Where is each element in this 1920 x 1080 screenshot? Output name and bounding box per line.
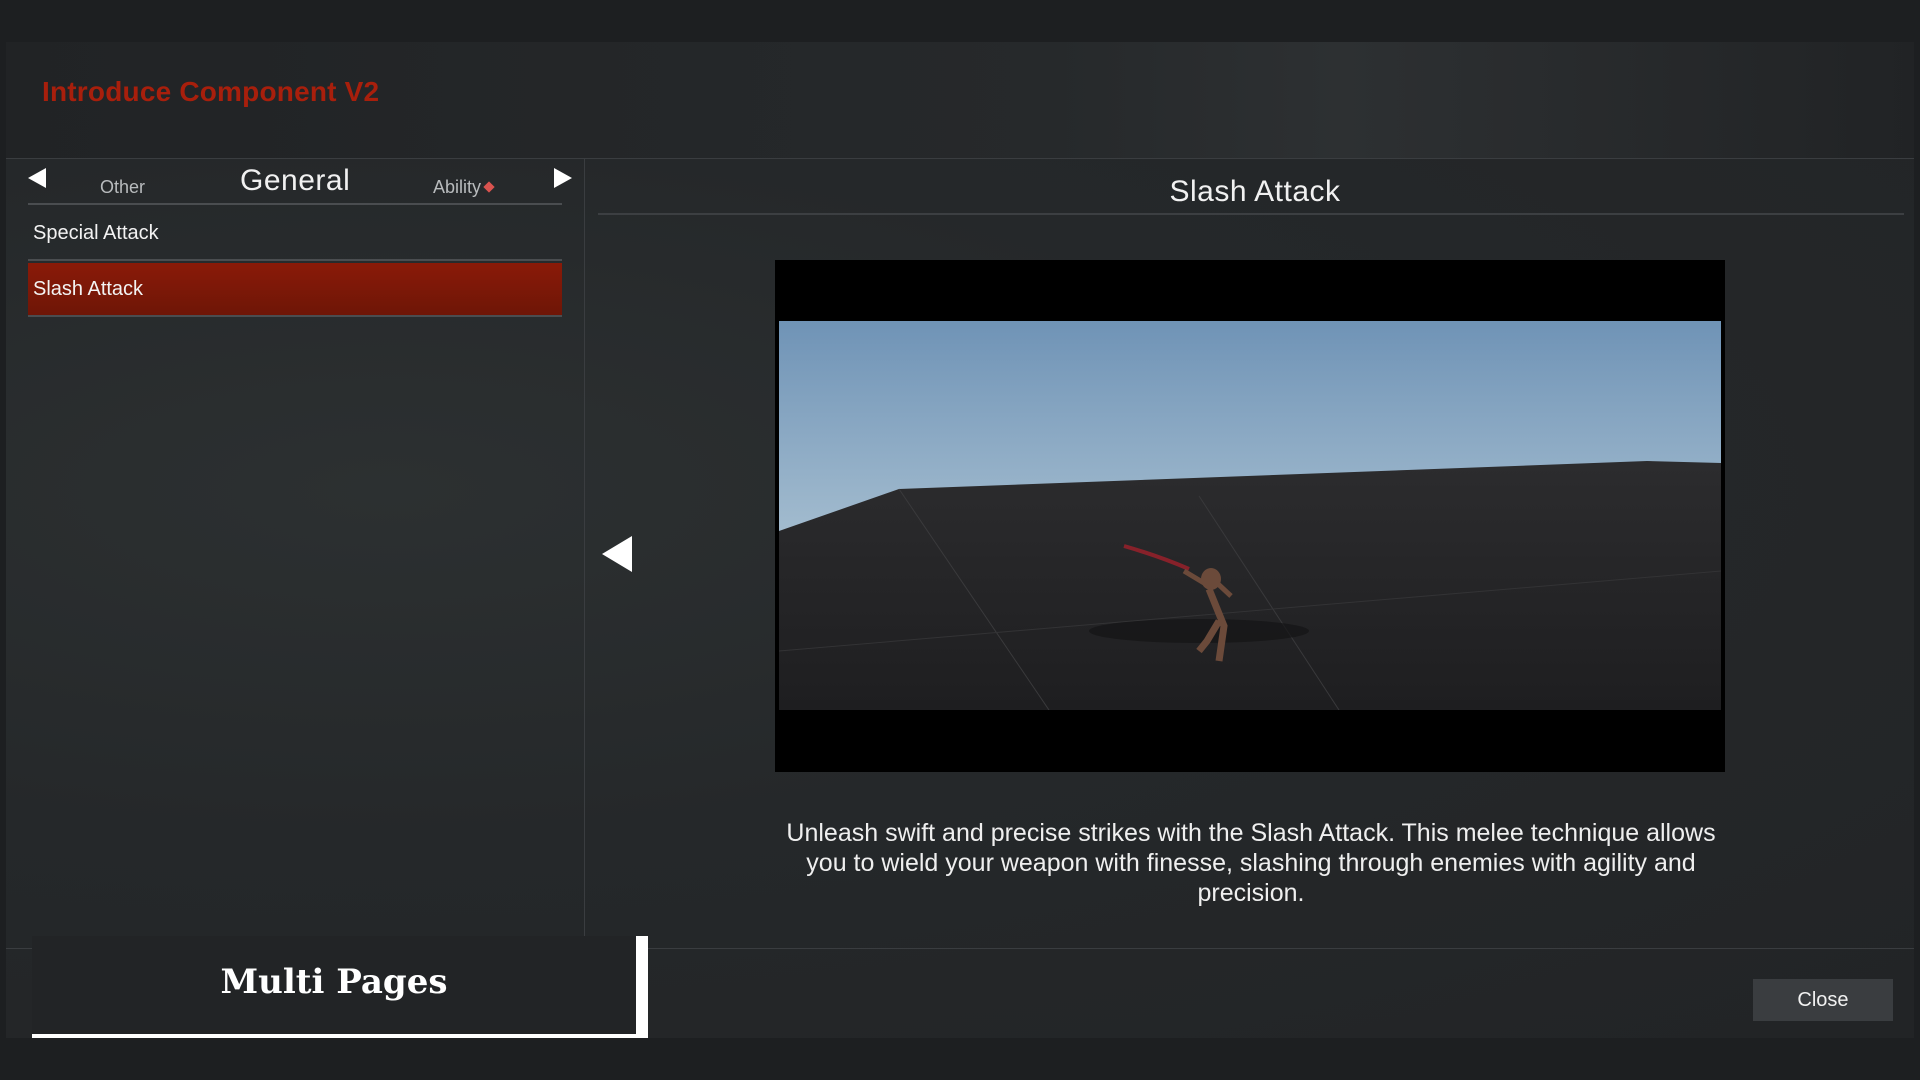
preview-scene — [779, 321, 1721, 710]
detail-description: Unleash swift and precise strikes with t… — [786, 819, 1716, 907]
column-divider — [584, 159, 585, 945]
category-next[interactable]: Ability — [433, 177, 495, 198]
category-nav: Other General Ability — [20, 159, 576, 201]
introduce-component-panel: Introduce Component V2 Other General Abi… — [6, 42, 1914, 1038]
prev-page-icon[interactable] — [602, 536, 632, 572]
list-item-special-attack[interactable]: Special Attack — [28, 207, 562, 261]
category-nav-underline — [28, 203, 562, 205]
list-item-label: Special Attack — [33, 222, 159, 244]
close-button[interactable]: Close — [1753, 979, 1893, 1021]
detail-title-divider — [598, 213, 1904, 215]
window-title: Introduce Component V2 — [42, 76, 380, 107]
category-previous[interactable]: Other — [100, 177, 145, 198]
multi-pages-badge: Multi Pages — [32, 936, 648, 1038]
prev-category-icon[interactable] — [28, 168, 46, 188]
list-item-divider — [28, 315, 562, 317]
list-item-divider — [28, 259, 562, 261]
category-list-panel: Other General Ability Special Attack Sla… — [6, 159, 584, 945]
category-current: General — [240, 164, 351, 197]
multi-pages-label: Multi Pages — [220, 962, 448, 1002]
preview-video — [775, 260, 1725, 772]
list-item-slash-attack[interactable]: Slash Attack — [28, 263, 562, 317]
diamond-icon — [483, 181, 495, 193]
list-item-label: Slash Attack — [33, 278, 144, 300]
category-next-label: Ability — [433, 177, 482, 197]
next-category-icon[interactable] — [554, 168, 572, 188]
header-bar: Introduce Component V2 — [6, 42, 1914, 158]
preview-scene-svg — [779, 321, 1721, 710]
